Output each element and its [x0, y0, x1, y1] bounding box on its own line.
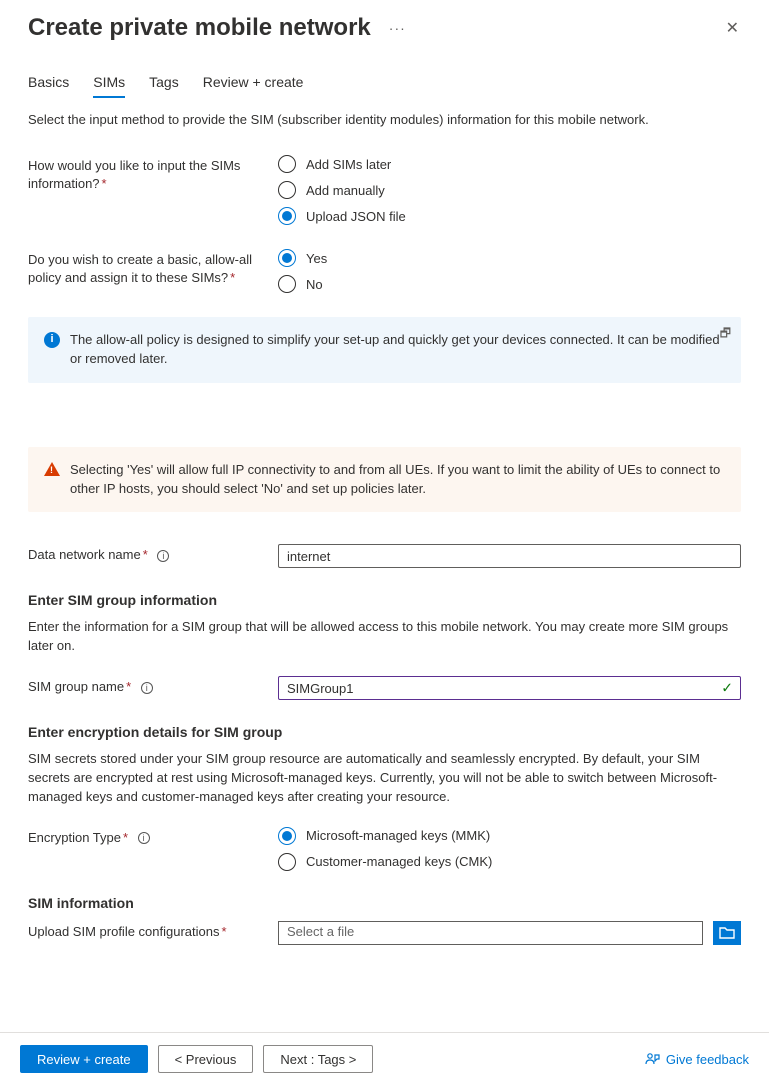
more-icon[interactable]: ··· [389, 20, 406, 36]
tab-tags[interactable]: Tags [149, 74, 179, 98]
sim-info-heading: SIM information [28, 895, 741, 911]
tab-basics[interactable]: Basics [28, 74, 69, 98]
radio-mmk[interactable]: Microsoft-managed keys (MMK) [278, 827, 741, 845]
page-title: Create private mobile network [28, 14, 371, 42]
input-method-radio-group: Add SIMs later Add manually Upload JSON … [278, 155, 741, 225]
input-method-label: How would you like to input the SIMs inf… [28, 155, 278, 193]
warning-icon [44, 462, 60, 476]
encryption-radio-group: Microsoft-managed keys (MMK) Customer-ma… [278, 827, 741, 871]
radio-allow-all-no[interactable]: No [278, 275, 741, 293]
encryption-heading: Enter encryption details for SIM group [28, 724, 741, 740]
data-network-label: Data network name* i [28, 544, 278, 564]
encryption-desc: SIM secrets stored under your SIM group … [28, 750, 741, 807]
tab-sims[interactable]: SIMs [93, 74, 125, 98]
info-banner: i The allow-all policy is designed to si… [28, 317, 741, 383]
previous-button[interactable]: < Previous [158, 1045, 254, 1073]
next-button[interactable]: Next : Tags > [263, 1045, 373, 1073]
upload-sim-label: Upload SIM profile configurations* [28, 921, 278, 941]
give-feedback-link[interactable]: Give feedback [644, 1051, 749, 1067]
radio-cmk[interactable]: Customer-managed keys (CMK) [278, 853, 741, 871]
allow-all-radio-group: Yes No [278, 249, 741, 293]
radio-upload-json[interactable]: Upload JSON file [278, 207, 741, 225]
sim-group-name-label: SIM group name* i [28, 676, 278, 696]
sim-group-name-input[interactable] [278, 676, 741, 700]
folder-icon [719, 926, 735, 940]
close-icon[interactable]: ✕ [718, 14, 747, 42]
allow-all-label: Do you wish to create a basic, allow-all… [28, 249, 278, 287]
external-link-icon[interactable]: 🗗 [720, 325, 731, 342]
sim-group-desc: Enter the information for a SIM group th… [28, 618, 741, 656]
browse-file-button[interactable] [713, 921, 741, 945]
review-create-button[interactable]: Review + create [20, 1045, 148, 1073]
info-tooltip-icon[interactable]: i [141, 682, 153, 694]
encryption-type-label: Encryption Type* i [28, 827, 278, 847]
info-banner-text: The allow-all policy is designed to simp… [70, 331, 725, 369]
radio-add-sims-later[interactable]: Add SIMs later [278, 155, 741, 173]
tab-review-create[interactable]: Review + create [203, 74, 304, 98]
warning-banner: Selecting 'Yes' will allow full IP conne… [28, 447, 741, 513]
sim-group-heading: Enter SIM group information [28, 592, 741, 608]
info-tooltip-icon[interactable]: i [138, 832, 150, 844]
radio-allow-all-yes[interactable]: Yes [278, 249, 741, 267]
info-icon: i [44, 332, 60, 348]
file-select-input[interactable]: Select a file [278, 921, 703, 945]
feedback-icon [644, 1051, 660, 1067]
data-network-input[interactable] [278, 544, 741, 568]
tabs: Basics SIMs Tags Review + create [0, 50, 769, 98]
warning-banner-text: Selecting 'Yes' will allow full IP conne… [70, 461, 725, 499]
intro-text: Select the input method to provide the S… [28, 112, 741, 127]
radio-add-manually[interactable]: Add manually [278, 181, 741, 199]
info-tooltip-icon[interactable]: i [157, 550, 169, 562]
